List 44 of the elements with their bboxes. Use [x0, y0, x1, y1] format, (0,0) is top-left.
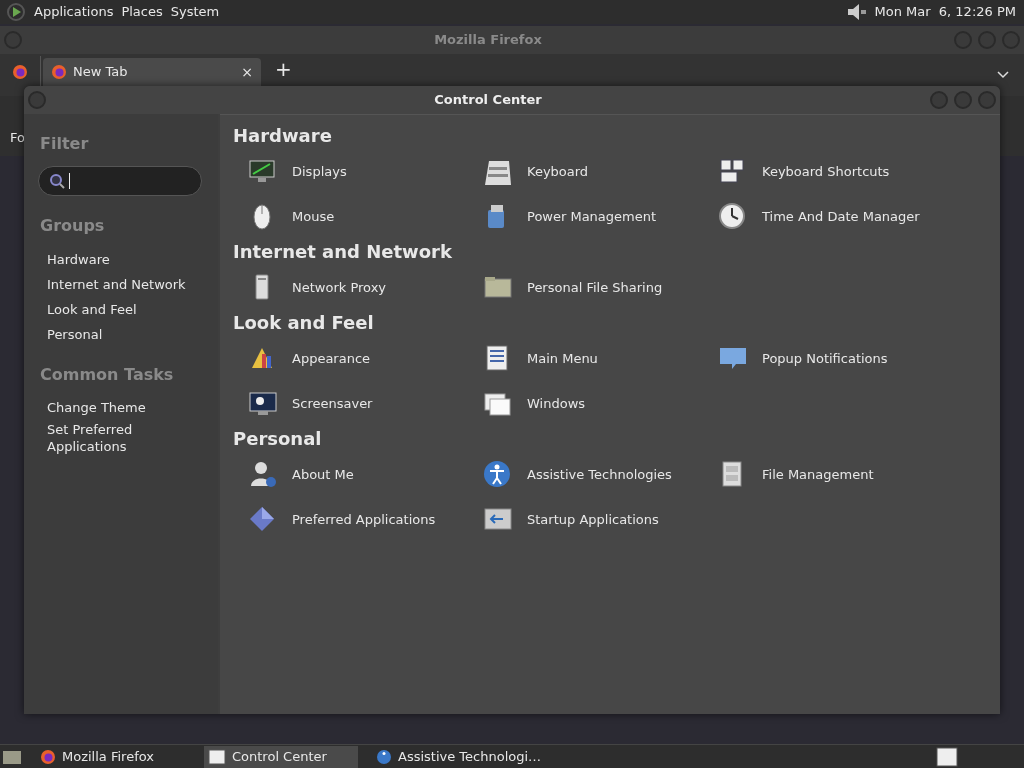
- filter-heading: Filter: [40, 133, 90, 155]
- page-text: Fo: [10, 129, 25, 147]
- panel-menu[interactable]: Applications: [34, 2, 114, 22]
- settings-item[interactable]: File Management: [703, 452, 938, 497]
- settings-item[interactable]: Windows: [468, 381, 703, 426]
- group-link[interactable]: Look and Feel: [47, 300, 218, 320]
- group-link[interactable]: Personal: [47, 325, 218, 345]
- groups-heading: Groups: [40, 215, 106, 237]
- task-link[interactable]: Change Theme: [47, 399, 190, 416]
- section-heading: Internet and Network: [233, 240, 453, 264]
- new-tab-button[interactable]: +: [275, 54, 292, 84]
- section-heading: Hardware: [233, 124, 333, 148]
- settings-item[interactable]: Main Menu: [468, 336, 703, 381]
- panel-menu[interactable]: Places: [121, 2, 163, 22]
- task-link[interactable]: Set Preferred Applications: [47, 421, 190, 455]
- panel-menu[interactable]: System: [170, 2, 220, 22]
- window-title: Mozilla Firefox: [433, 31, 543, 50]
- settings-item[interactable]: Network Proxy: [233, 265, 468, 310]
- settings-item[interactable]: Mouse: [233, 194, 468, 239]
- settings-item[interactable]: Startup Applications: [468, 497, 703, 542]
- settings-item[interactable]: Keyboard Shortcuts: [703, 149, 938, 194]
- section-heading: Look and Feel: [233, 311, 375, 335]
- taskbar-button[interactable]: Assistive Technologi…: [372, 745, 546, 768]
- section-heading: Personal: [233, 427, 323, 451]
- group-link[interactable]: Hardware: [47, 250, 218, 270]
- settings-item[interactable]: Keyboard: [468, 149, 703, 194]
- settings-item[interactable]: Preferred Applications: [233, 497, 468, 542]
- settings-item[interactable]: Assistive Technologies: [468, 452, 703, 497]
- settings-item[interactable]: Appearance: [233, 336, 468, 381]
- close-tab-button[interactable]: ×: [241, 61, 253, 83]
- common-tasks-heading: Common Tasks: [40, 364, 175, 386]
- settings-item[interactable]: Popup Notifications: [703, 336, 938, 381]
- browser-tab[interactable]: New Tab ×: [43, 58, 261, 86]
- settings-item[interactable]: About Me: [233, 452, 468, 497]
- taskbar-button[interactable]: Control Center: [204, 745, 358, 768]
- window-title: Control Center: [433, 91, 543, 110]
- taskbar-button[interactable]: Mozilla Firefox: [36, 745, 190, 768]
- settings-item[interactable]: Personal File Sharing: [468, 265, 703, 310]
- settings-item[interactable]: Screensaver: [233, 381, 468, 426]
- group-link[interactable]: Internet and Network: [47, 275, 218, 295]
- settings-item[interactable]: Time And Date Manager: [703, 194, 938, 239]
- settings-item[interactable]: Power Management: [468, 194, 703, 239]
- settings-item[interactable]: Displays: [233, 149, 468, 194]
- clock[interactable]: Mon Mar 6, 12:26 PM: [874, 2, 1016, 22]
